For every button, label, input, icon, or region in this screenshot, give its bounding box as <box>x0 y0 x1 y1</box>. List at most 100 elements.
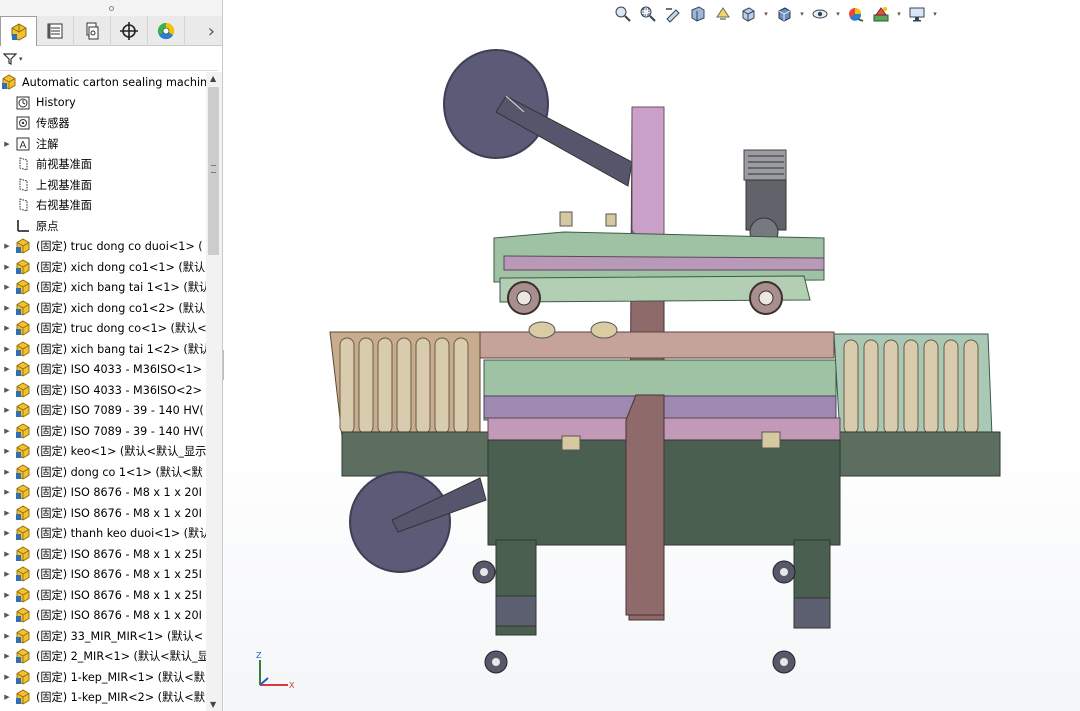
expand-arrow-icon[interactable]: ▶ <box>2 611 12 619</box>
expand-arrow-icon[interactable]: ▶ <box>2 591 12 599</box>
tree-item[interactable]: ▶ (固定) thanh keo duoi<1> (默认 <box>0 523 206 544</box>
expand-arrow-icon[interactable]: ▶ <box>2 386 12 394</box>
expand-arrow-icon[interactable]: ▶ <box>2 242 12 250</box>
tree-item[interactable]: ▶ (固定) xich dong co1<1> (默认 <box>0 257 206 278</box>
upper-tape-reel <box>443 49 633 187</box>
expand-arrow-icon[interactable]: ▶ <box>2 570 12 578</box>
panel-grip[interactable] <box>0 0 222 16</box>
tree-item[interactable]: ▶ (固定) truc dong co<1> (默认< <box>0 318 206 339</box>
tree-item-label: 注解 <box>36 137 59 151</box>
feature-manager-tab[interactable] <box>0 16 37 46</box>
chevron-right-icon[interactable]: › <box>185 16 221 46</box>
filter-dropdown-icon[interactable]: ▾ <box>19 55 23 63</box>
zoom-to-fit-icon[interactable] <box>612 3 634 25</box>
tree-item[interactable]: ▶ (固定) ISO 8676 - M8 x 1 x 25I <box>0 585 206 606</box>
scroll-thumb[interactable] <box>208 87 219 255</box>
tree-item-label: History <box>36 96 76 110</box>
expand-arrow-icon[interactable]: ▶ <box>2 447 12 455</box>
view-orientation-dropdown-icon[interactable]: ▾ <box>762 10 770 18</box>
display-style-icon[interactable] <box>773 3 795 25</box>
annotation-icon: A <box>14 136 32 152</box>
tree-item[interactable]: ▶ (固定) ISO 8676 - M8 x 1 x 20I <box>0 605 206 626</box>
graphics-area[interactable]: ▾ ▾ ▾ ▾ ▾ Z X <box>224 0 1080 711</box>
configuration-manager-tab[interactable] <box>74 16 111 46</box>
tree-item[interactable]: ▶ (固定) dong co 1<1> (默认<默 <box>0 462 206 483</box>
expand-arrow-icon[interactable]: ▶ <box>2 406 12 414</box>
tree-item-label: (固定) xich dong co1<2> (默认 <box>36 301 206 315</box>
edit-appearance-icon[interactable] <box>845 3 867 25</box>
expand-arrow-icon[interactable]: ▶ <box>2 529 12 537</box>
tree-item[interactable]: 上视基准面 <box>0 175 206 196</box>
tree-item[interactable]: ▶ (固定) ISO 4033 - M36ISO<2> <box>0 380 206 401</box>
previous-view-icon[interactable] <box>662 3 684 25</box>
tree-item-label: (固定) ISO 8676 - M8 x 1 x 25I <box>36 588 202 602</box>
zoom-to-area-icon[interactable] <box>637 3 659 25</box>
display-style-dropdown-icon[interactable]: ▾ <box>798 10 806 18</box>
tree-item[interactable]: ▶ (固定) xich bang tai 1<2> (默认 <box>0 339 206 360</box>
tree-item[interactable]: ▶ (固定) 2_MIR<1> (默认<默认_显 <box>0 646 206 667</box>
tree-item[interactable]: ▶ (固定) ISO 7089 - 39 - 140 HV( <box>0 421 206 442</box>
dimxpert-tab[interactable] <box>111 16 148 46</box>
expand-arrow-icon[interactable]: ▶ <box>2 673 12 681</box>
tree-item-label: (固定) ISO 8676 - M8 x 1 x 25I <box>36 547 202 561</box>
assembly-icon <box>0 74 18 90</box>
tree-root-assembly[interactable]: Automatic carton sealing machine <box>0 72 206 93</box>
expand-arrow-icon[interactable]: ▶ <box>2 652 12 660</box>
expand-arrow-icon[interactable]: ▶ <box>2 345 12 353</box>
tree-item[interactable]: ▶ (固定) 33_MIR_MIR<1> (默认< <box>0 626 206 647</box>
expand-arrow-icon[interactable]: ▶ <box>2 509 12 517</box>
part-icon <box>14 484 32 500</box>
expand-arrow-icon[interactable]: ▶ <box>2 140 12 148</box>
part-icon <box>14 238 32 254</box>
tree-item[interactable]: 传感器 <box>0 113 206 134</box>
scroll-up-icon[interactable]: ▲ <box>210 74 216 83</box>
tree-item[interactable]: ▶ (固定) ISO 7089 - 39 - 140 HV( <box>0 400 206 421</box>
expand-arrow-icon[interactable]: ▶ <box>2 324 12 332</box>
view-orientation-icon[interactable] <box>737 3 759 25</box>
expand-arrow-icon[interactable]: ▶ <box>2 365 12 373</box>
expand-arrow-icon[interactable]: ▶ <box>2 693 12 701</box>
left-roller-conveyor <box>329 331 481 437</box>
expand-arrow-icon[interactable]: ▶ <box>2 468 12 476</box>
tree-item[interactable]: History <box>0 93 206 114</box>
tree-scrollbar[interactable]: ▲ ▼ <box>206 72 222 711</box>
scroll-down-icon[interactable]: ▼ <box>210 700 216 709</box>
hide-show-dropdown-icon[interactable]: ▾ <box>834 10 842 18</box>
apply-scene-dropdown-icon[interactable]: ▾ <box>895 10 903 18</box>
expand-arrow-icon[interactable]: ▶ <box>2 488 12 496</box>
plane-icon <box>14 197 32 213</box>
expand-arrow-icon[interactable]: ▶ <box>2 304 12 312</box>
display-manager-tab[interactable] <box>148 16 185 46</box>
hide-show-items-icon[interactable] <box>809 3 831 25</box>
view-settings-dropdown-icon[interactable]: ▾ <box>931 10 939 18</box>
carton-sealing-machine-model[interactable] <box>224 0 1080 711</box>
tree-item[interactable]: 前视基准面 <box>0 154 206 175</box>
tree-item[interactable]: ▶ (固定) 1-kep_MIR<1> (默认<默 <box>0 667 206 688</box>
dynamic-annotation-icon[interactable] <box>712 3 734 25</box>
expand-arrow-icon[interactable]: ▶ <box>2 283 12 291</box>
expand-arrow-icon[interactable]: ▶ <box>2 632 12 640</box>
tree-item[interactable]: ▶ (固定) 1-kep_MIR<2> (默认<默 <box>0 687 206 708</box>
expand-arrow-icon[interactable]: ▶ <box>2 263 12 271</box>
tree-item[interactable]: ▶ (固定) ISO 4033 - M36ISO<1> <box>0 359 206 380</box>
tree-item[interactable]: ▶ (固定) xich bang tai 1<1> (默认 <box>0 277 206 298</box>
section-view-icon[interactable] <box>687 3 709 25</box>
tree-item[interactable]: ▶ (固定) ISO 8676 - M8 x 1 x 25I <box>0 564 206 585</box>
tree-item[interactable]: ▶ (固定) ISO 8676 - M8 x 1 x 20I <box>0 482 206 503</box>
tree-item[interactable]: ▶ (固定) truc dong co duoi<1> ( <box>0 236 206 257</box>
tree-item[interactable]: ▶ (固定) xich dong co1<2> (默认 <box>0 298 206 319</box>
tree-item[interactable]: ▶ (固定) ISO 8676 - M8 x 1 x 25I <box>0 544 206 565</box>
view-settings-icon[interactable] <box>906 3 928 25</box>
tree-item[interactable]: 右视基准面 <box>0 195 206 216</box>
part-icon <box>14 607 32 623</box>
apply-scene-icon[interactable] <box>870 3 892 25</box>
tree-filter[interactable]: ▾ <box>0 47 218 71</box>
tree-item[interactable]: 原点 <box>0 216 206 237</box>
expand-arrow-icon[interactable]: ▶ <box>2 427 12 435</box>
tree-item[interactable]: ▶ A 注解 <box>0 134 206 155</box>
tree-item[interactable]: ▶ (固定) keo<1> (默认<默认_显示 <box>0 441 206 462</box>
expand-arrow-icon[interactable]: ▶ <box>2 550 12 558</box>
tree-item-label: (固定) ISO 7089 - 39 - 140 HV( <box>36 404 204 418</box>
property-manager-tab[interactable] <box>37 16 74 46</box>
tree-item[interactable]: ▶ (固定) ISO 8676 - M8 x 1 x 20I <box>0 503 206 524</box>
